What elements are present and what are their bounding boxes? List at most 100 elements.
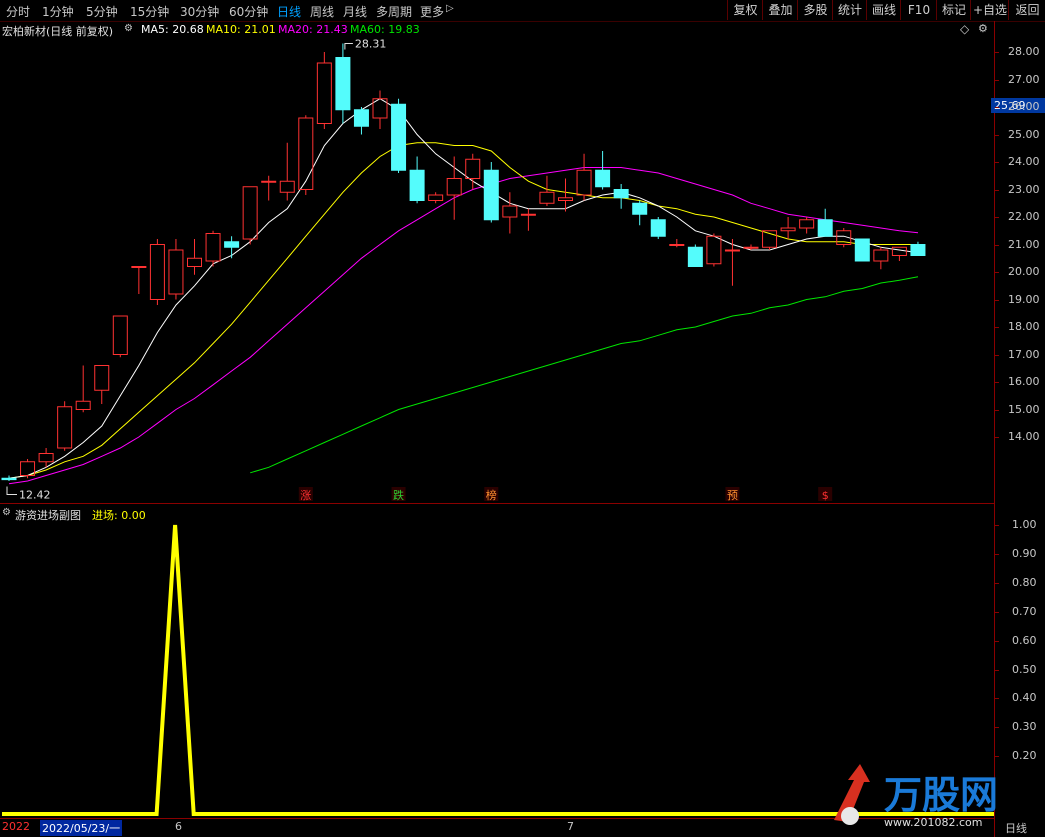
candle[interactable] (817, 208, 833, 237)
candle[interactable] (632, 200, 648, 226)
main-y-tick: 25.00 (1008, 127, 1040, 141)
candle[interactable] (669, 239, 685, 248)
candle-body-up (706, 235, 722, 265)
restore-rights-button[interactable]: 复权 (727, 0, 763, 20)
period-15min[interactable]: 15分钟 (130, 3, 169, 20)
period-60min[interactable]: 60分钟 (229, 3, 268, 20)
candlestick-chart[interactable]: 28.31 12.42 涨 跌 榜 预 $ (0, 21, 994, 503)
main-y-tick-mark (995, 327, 999, 328)
year-label: 2022 (2, 820, 30, 833)
candle-body-up (94, 365, 110, 391)
main-y-tick: 23.00 (1008, 182, 1040, 196)
candle[interactable] (687, 244, 703, 267)
period-multi[interactable]: 多周期 (376, 3, 412, 20)
candle-body-up (502, 205, 518, 218)
candle[interactable] (446, 156, 462, 220)
period-more[interactable]: 更多 (420, 3, 444, 20)
candle[interactable] (298, 115, 314, 195)
candle-body-up (242, 186, 258, 240)
main-y-tick-mark (995, 134, 999, 136)
candle[interactable] (743, 244, 759, 251)
signal-marker[interactable]: 预 (725, 487, 740, 502)
candle[interactable] (261, 175, 277, 201)
period-30min[interactable]: 30分钟 (180, 3, 219, 20)
signal-marker[interactable]: 跌 (391, 487, 406, 502)
candle[interactable] (650, 217, 666, 239)
main-y-tick-mark (995, 79, 999, 81)
sub-y-tick-mark (995, 611, 999, 613)
candle[interactable] (483, 162, 499, 223)
candle[interactable] (316, 52, 332, 129)
signal-marker[interactable]: 榜 (484, 487, 499, 502)
main-y-tick-mark (995, 299, 999, 301)
candle-body-up (446, 178, 462, 196)
sub-y-tick: 0.90 (1012, 546, 1037, 560)
add-watchlist-button[interactable]: +自选 (970, 0, 1009, 20)
candle[interactable] (910, 241, 926, 256)
candle[interactable] (224, 236, 240, 259)
sub-y-tick-mark (995, 756, 999, 758)
candle[interactable] (799, 217, 815, 234)
candle[interactable] (353, 107, 369, 135)
candle[interactable] (502, 192, 518, 234)
candle[interactable] (372, 90, 388, 130)
sub-y-tick: 1.00 (1012, 518, 1037, 531)
candle[interactable] (112, 315, 128, 358)
candle[interactable] (520, 208, 536, 231)
period-daily[interactable]: 日线 (277, 3, 301, 20)
overlay-button[interactable]: 叠加 (762, 0, 798, 20)
multi-stock-button[interactable]: 多股 (797, 0, 833, 20)
more-arrow-icon[interactable]: ▷ (446, 3, 454, 14)
candle[interactable] (409, 156, 425, 204)
period-monthly[interactable]: 月线 (343, 3, 367, 20)
candle[interactable] (613, 184, 629, 209)
candle[interactable] (20, 459, 36, 479)
candle[interactable] (75, 365, 91, 413)
signal-marker[interactable]: 涨 (298, 487, 313, 502)
candle[interactable] (242, 186, 258, 245)
period-1min[interactable]: 1分钟 (42, 3, 74, 20)
candle[interactable] (131, 266, 147, 295)
candle[interactable] (187, 239, 202, 275)
candle-body-up (168, 249, 184, 295)
back-button[interactable]: 返回 (1008, 0, 1045, 20)
candle[interactable] (205, 230, 221, 267)
candle-body-up (724, 249, 740, 252)
y-axis-divider (994, 21, 995, 837)
candle[interactable] (57, 401, 73, 451)
candle-body-up (131, 266, 147, 268)
candle[interactable] (780, 217, 796, 239)
main-y-tick-mark (995, 162, 999, 163)
month-7-label: 7 (567, 820, 574, 833)
candle[interactable] (279, 142, 295, 201)
candle[interactable] (168, 239, 184, 300)
signal-marker[interactable]: $ (818, 487, 833, 502)
candle[interactable] (94, 365, 110, 405)
candle[interactable] (391, 98, 407, 173)
main-y-tick-mark (995, 244, 999, 246)
statistics-button[interactable]: 统计 (832, 0, 867, 20)
mark-button[interactable]: 标记 (936, 0, 971, 20)
candle[interactable] (1, 475, 17, 482)
candle-body-down (650, 219, 666, 237)
candle[interactable] (149, 239, 165, 305)
candle[interactable] (873, 247, 889, 270)
low-price-label: 12.42 (19, 488, 51, 501)
period-weekly[interactable]: 周线 (310, 3, 334, 20)
candle[interactable] (539, 175, 555, 206)
candle[interactable] (854, 238, 870, 262)
candle[interactable] (428, 192, 444, 204)
period-intraday[interactable]: 分时 (6, 3, 30, 20)
signal-marker-text: 预 (727, 489, 738, 502)
f10-button[interactable]: F10 (900, 0, 937, 20)
period-5min[interactable]: 5分钟 (86, 3, 118, 20)
draw-line-button[interactable]: 画线 (866, 0, 901, 20)
main-y-tick-mark (995, 217, 999, 218)
main-y-tick-mark (995, 107, 999, 108)
logo-ball-icon (841, 807, 859, 825)
main-y-tick: 27.00 (1008, 72, 1040, 86)
candle[interactable] (335, 43, 351, 124)
sub-y-tick: 0.60 (1012, 633, 1037, 647)
candle[interactable] (595, 151, 611, 190)
candle[interactable] (576, 153, 592, 201)
